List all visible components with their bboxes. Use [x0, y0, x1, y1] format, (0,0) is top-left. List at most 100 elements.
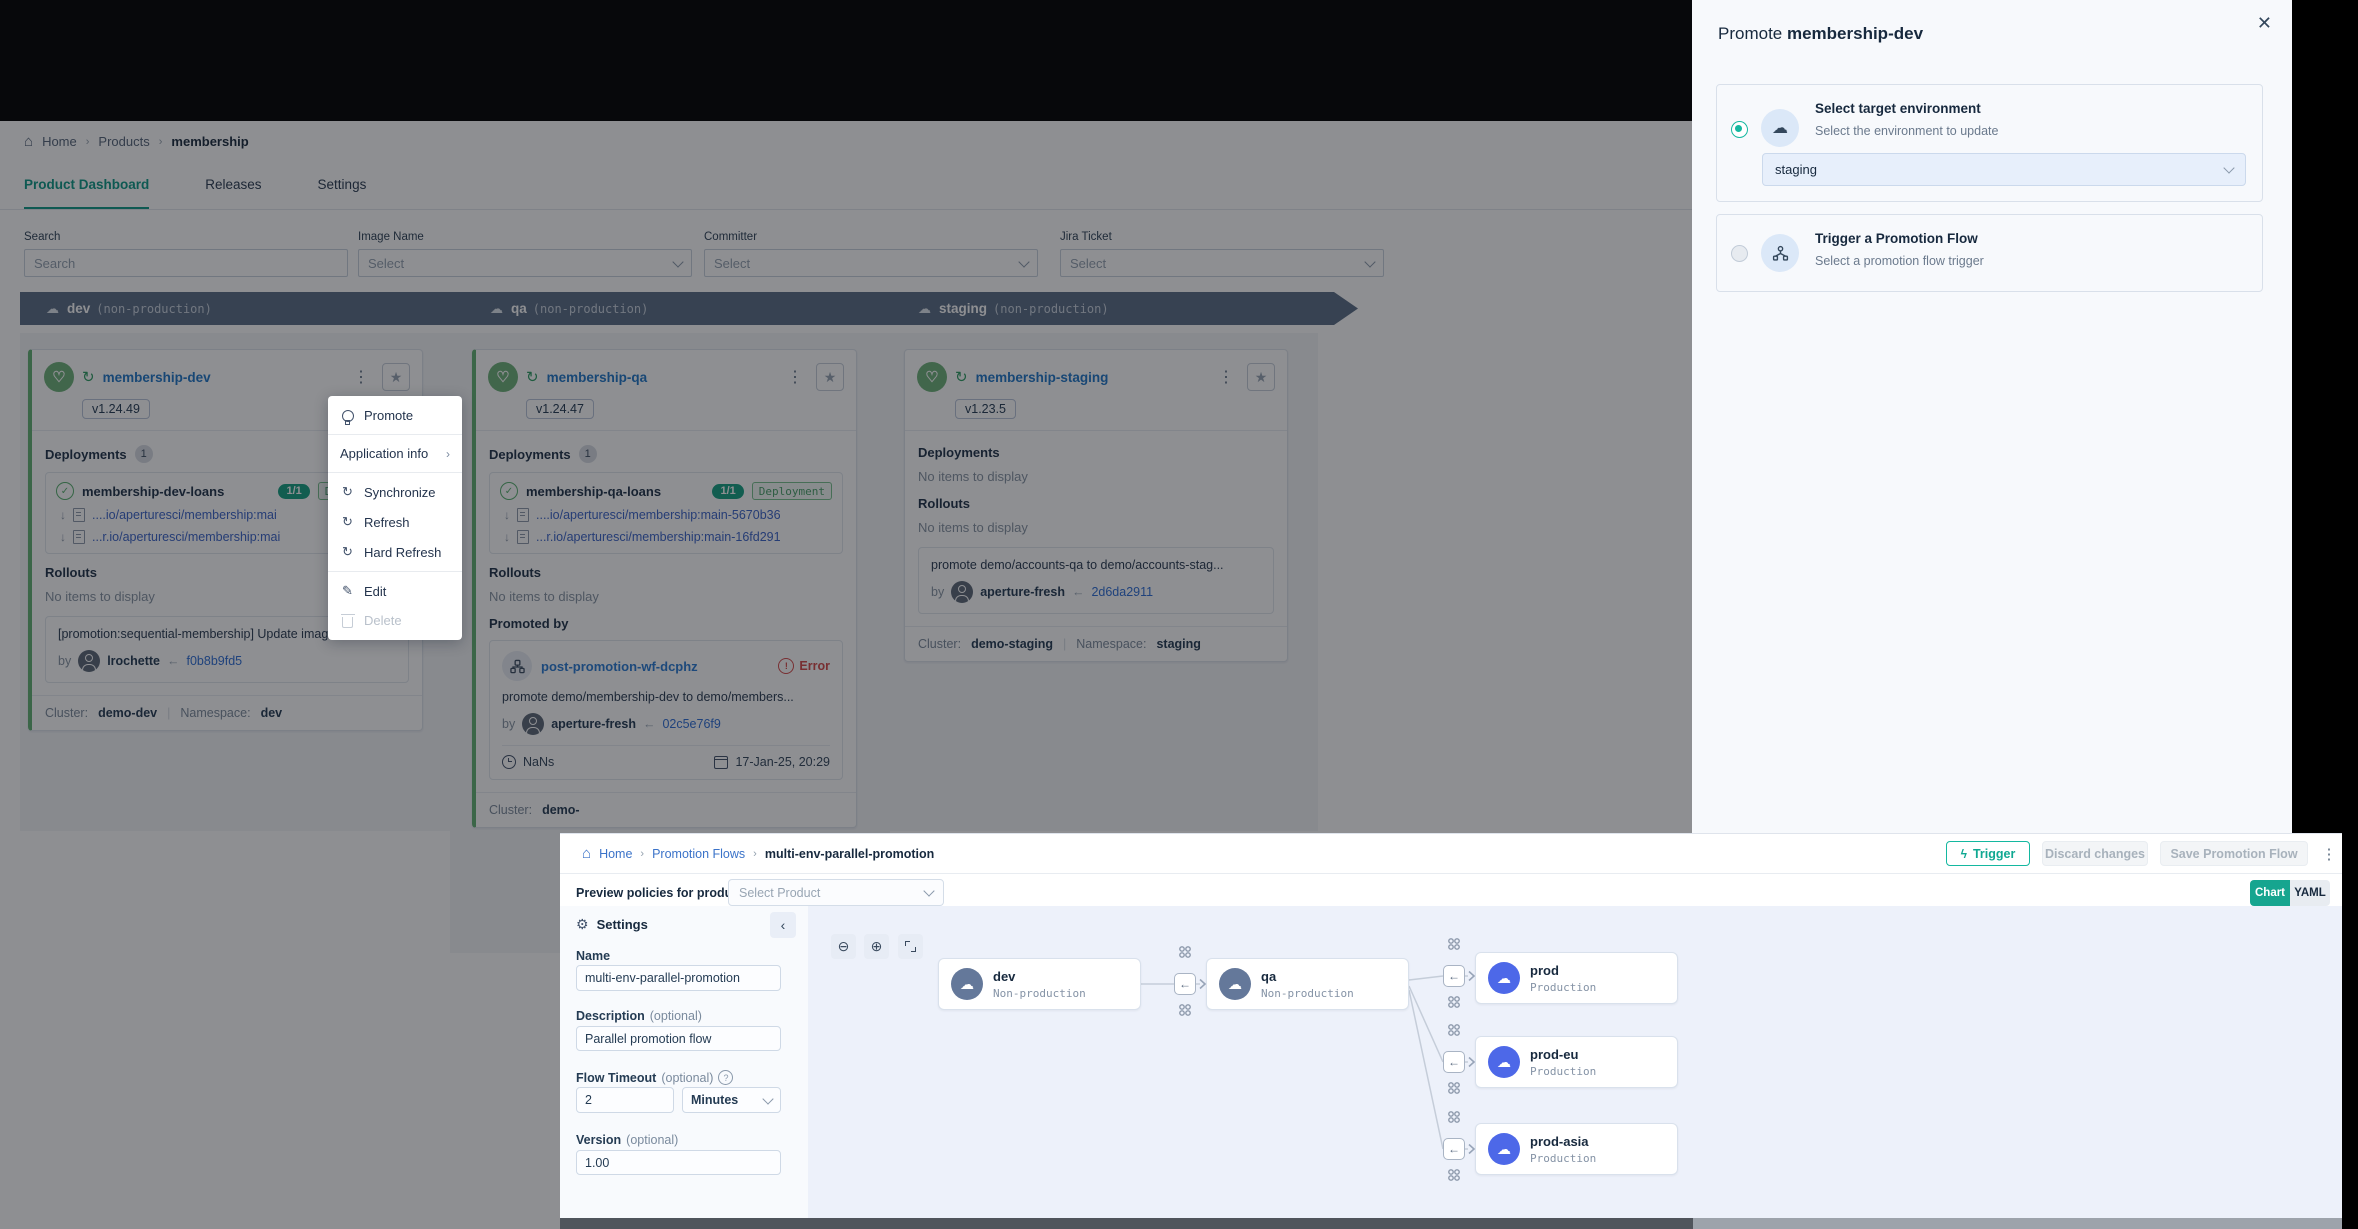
option-subtitle: Select a promotion flow trigger [1815, 254, 1984, 268]
trigger-button[interactable]: Trigger [1946, 841, 2030, 866]
option-subtitle: Select the environment to update [1815, 124, 1998, 138]
node-type: Production [1530, 1152, 1596, 1165]
breadcrumb-home[interactable]: Home [599, 847, 632, 861]
edge-policy-button-qa-prod[interactable] [1443, 965, 1465, 987]
discard-changes-button[interactable]: Discard changes [2042, 841, 2148, 866]
flow-node-prod[interactable]: prod Production [1475, 952, 1678, 1004]
menu-label: Synchronize [364, 485, 436, 500]
cloud-icon [951, 968, 983, 1000]
collapse-settings-button[interactable]: ‹ [770, 912, 796, 938]
view-toggle: Chart YAML [2250, 880, 2330, 906]
node-type: Non-production [993, 987, 1086, 1000]
breadcrumb-promotion-flows[interactable]: Promotion Flows [652, 847, 745, 861]
post-workflow-gate-icon[interactable] [1447, 1168, 1461, 1182]
cloud-icon [1488, 1046, 1520, 1078]
gear-icon [576, 916, 589, 933]
scrollbar-thumb[interactable] [560, 1218, 1693, 1229]
post-workflow-gate-icon[interactable] [1178, 1003, 1192, 1017]
timeout-unit-select[interactable]: Minutes [682, 1087, 781, 1113]
post-workflow-gate-icon[interactable] [1447, 1081, 1461, 1095]
post-workflow-gate-icon[interactable] [1447, 995, 1461, 1009]
name-label: Name [576, 949, 610, 963]
synchronize-icon [340, 484, 355, 500]
menu-item-application-info[interactable]: Application info › [328, 439, 462, 468]
chevron-down-icon [923, 885, 934, 896]
toggle-chart[interactable]: Chart [2250, 880, 2290, 906]
node-name: qa [1261, 969, 1354, 984]
flow-node-dev[interactable]: dev Non-production [938, 958, 1141, 1010]
close-icon[interactable] [2257, 14, 2272, 32]
selected-environment: staging [1775, 162, 1817, 177]
timeout-value-input[interactable] [576, 1087, 674, 1113]
radio-selected[interactable] [1731, 121, 1748, 138]
promote-panel-title: Promote membership-dev [1718, 24, 1923, 44]
screen: Home › Products › membership Product Das… [0, 0, 2358, 1229]
node-type: Production [1530, 981, 1596, 994]
flow-settings-panel: Settings ‹ Name Description (optional) F… [560, 906, 809, 1218]
node-name: prod-eu [1530, 1047, 1596, 1062]
menu-item-hard-refresh[interactable]: Hard Refresh [328, 537, 462, 567]
cloud-icon [1488, 962, 1520, 994]
chevron-right-icon: › [753, 848, 757, 860]
flow-kebab-menu-button[interactable] [2318, 841, 2340, 866]
description-label: Description (optional) [576, 1009, 702, 1023]
preview-policies-label: Preview policies for product: [576, 879, 748, 906]
timeout-unit-value: Minutes [691, 1093, 738, 1107]
flow-diagram-canvas[interactable]: dev Non-production qa Non-production pro… [808, 906, 2342, 1218]
radio-unselected[interactable] [1731, 245, 1748, 262]
chevron-right-icon: › [640, 848, 644, 860]
node-type: Production [1530, 1065, 1596, 1078]
chevron-down-icon [762, 1093, 773, 1104]
home-icon [582, 845, 591, 862]
flow-node-prod-asia[interactable]: prod-asia Production [1475, 1123, 1678, 1175]
flow-node-qa[interactable]: qa Non-production [1206, 958, 1409, 1010]
version-input[interactable] [576, 1150, 781, 1175]
pre-workflow-gate-icon[interactable] [1447, 1023, 1461, 1037]
menu-label: Refresh [364, 515, 410, 530]
lightning-icon [1961, 847, 1967, 861]
edit-pencil-icon [340, 583, 355, 599]
save-promotion-flow-button[interactable]: Save Promotion Flow [2160, 841, 2308, 866]
title-action: Promote [1718, 24, 1782, 43]
edge-policy-button-qa-prod-eu[interactable] [1443, 1051, 1465, 1073]
menu-item-promote[interactable]: Promote [328, 401, 462, 430]
node-name: prod [1530, 963, 1596, 978]
flow-breadcrumb: Home › Promotion Flows › multi-env-paral… [582, 834, 934, 873]
select-product-dropdown[interactable]: Select Product [728, 879, 944, 906]
option-select-target-environment[interactable]: Select target environment Select the env… [1716, 84, 2263, 202]
menu-label: Delete [364, 613, 402, 628]
menu-item-synchronize[interactable]: Synchronize [328, 477, 462, 507]
hard-refresh-icon [340, 544, 355, 560]
pre-workflow-gate-icon[interactable] [1178, 945, 1192, 959]
menu-item-delete: Delete [328, 606, 462, 635]
header-divider [560, 873, 2342, 874]
menu-label: Hard Refresh [364, 545, 441, 560]
breadcrumb-current-flow: multi-env-parallel-promotion [765, 847, 934, 861]
promotion-flow-icon [1761, 234, 1799, 272]
cloud-icon [1219, 968, 1251, 1000]
node-type: Non-production [1261, 987, 1354, 1000]
cloud-icon [1488, 1133, 1520, 1165]
target-environment-select[interactable]: staging [1762, 153, 2246, 186]
option-trigger-promotion-flow[interactable]: Trigger a Promotion Flow Select a promot… [1716, 214, 2263, 292]
edge-policy-button-qa-prod-asia[interactable] [1443, 1138, 1465, 1160]
menu-label: Promote [364, 408, 413, 423]
menu-divider [328, 472, 462, 473]
menu-item-refresh[interactable]: Refresh [328, 507, 462, 537]
menu-label: Edit [364, 584, 386, 599]
trigger-label: Trigger [1973, 847, 2015, 861]
edge-policy-button-dev-qa[interactable] [1174, 973, 1196, 995]
help-icon[interactable] [718, 1070, 733, 1085]
promote-balloon-icon [340, 410, 355, 422]
flow-name-input[interactable] [576, 965, 781, 991]
menu-item-edit[interactable]: Edit [328, 576, 462, 606]
menu-label: Application info [340, 446, 428, 461]
trash-icon [340, 614, 355, 628]
flow-description-input[interactable] [576, 1026, 781, 1051]
toggle-yaml[interactable]: YAML [2290, 880, 2330, 906]
flow-node-prod-eu[interactable]: prod-eu Production [1475, 1036, 1678, 1088]
submenu-chevron-icon: › [446, 447, 450, 461]
pre-workflow-gate-icon[interactable] [1447, 937, 1461, 951]
horizontal-scrollbar[interactable] [560, 1218, 2342, 1229]
pre-workflow-gate-icon[interactable] [1447, 1110, 1461, 1124]
